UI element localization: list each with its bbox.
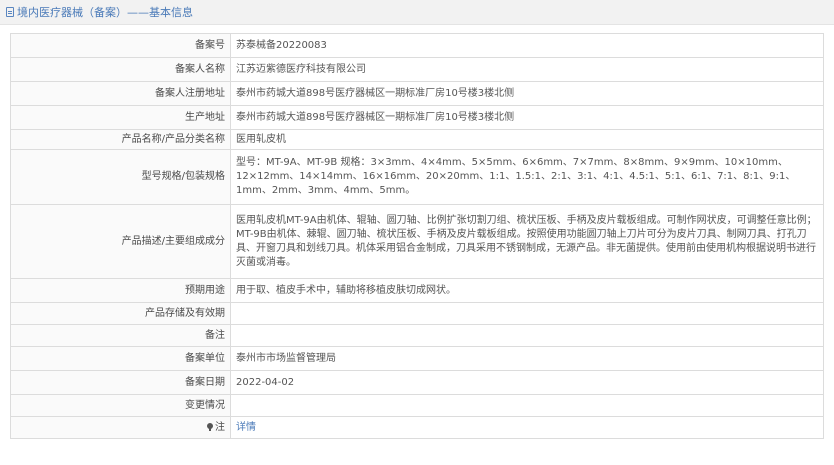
table-row: 型号规格/包装规格 型号：MT-9A、MT-9B 规格：3×3mm、4×4mm、… [10,149,824,205]
table-row: 备案日期 2022-04-02 [10,370,824,395]
document-icon [6,7,14,17]
field-label: 型号规格/包装规格 [10,149,231,205]
field-label: 变更情况 [10,394,231,417]
field-value [230,394,824,417]
field-value [230,324,824,347]
table-row: 生产地址 泰州市药城大道898号医疗器械区一期标准厂房10号楼3楼北侧 [10,105,824,130]
table-row: 产品存储及有效期 [10,302,824,325]
field-label: 备案人注册地址 [10,81,231,106]
table-row: 变更情况 [10,394,824,417]
field-value: 型号：MT-9A、MT-9B 规格：3×3mm、4×4mm、5×5mm、6×6m… [230,149,824,205]
field-value: 泰州市市场监督管理局 [230,346,824,371]
field-label: 备案人名称 [10,57,231,82]
table-row: 备案人注册地址 泰州市药城大道898号医疗器械区一期标准厂房10号楼3楼北侧 [10,81,824,106]
table-row: 备注 [10,324,824,347]
field-value: 江苏迈紫德医疗科技有限公司 [230,57,824,82]
table-row: 备案单位 泰州市市场监督管理局 [10,346,824,371]
note-label: 注 [215,421,225,433]
page-title-text: 境内医疗器械（备案）——基本信息 [17,6,193,19]
field-value [230,302,824,325]
field-label: 预期用途 [10,278,231,303]
note-value-cell: 详情 [230,416,824,439]
table-row: 注 详情 [10,416,824,439]
field-label: 备案单位 [10,346,231,371]
field-value: 2022-04-02 [230,370,824,395]
table-row: 备案号 苏泰械备20220083 [10,33,824,58]
field-value: 医用轧皮机MT-9A由机体、辊轴、圆刀轴、比例扩张切割刀组、梳状压板、手柄及皮片… [230,204,824,279]
table-row: 备案人名称 江苏迈紫德医疗科技有限公司 [10,57,824,82]
field-value: 医用轧皮机 [230,129,824,150]
table-row: 产品描述/主要组成成分 医用轧皮机MT-9A由机体、辊轴、圆刀轴、比例扩张切割刀… [10,204,824,279]
table-row: 预期用途 用于取、植皮手术中，辅助将移植皮肤切成网状。 [10,278,824,303]
field-label: 备注 [10,324,231,347]
note-label-cell: 注 [10,416,231,439]
field-label: 生产地址 [10,105,231,130]
top-bar: 境内医疗器械（备案）——基本信息 [0,0,834,25]
page-title: 境内医疗器械（备案）——基本信息 [6,5,193,19]
field-value: 用于取、植皮手术中，辅助将移植皮肤切成网状。 [230,278,824,303]
field-label: 产品存储及有效期 [10,302,231,325]
field-value: 苏泰械备20220083 [230,33,824,58]
field-label: 产品描述/主要组成成分 [10,204,231,279]
field-value: 泰州市药城大道898号医疗器械区一期标准厂房10号楼3楼北侧 [230,81,824,106]
info-table: 备案号 苏泰械备20220083 备案人名称 江苏迈紫德医疗科技有限公司 备案人… [10,33,824,439]
pin-icon [207,422,213,431]
field-label: 备案号 [10,33,231,58]
field-value: 泰州市药城大道898号医疗器械区一期标准厂房10号楼3楼北侧 [230,105,824,130]
table-row: 产品名称/产品分类名称 医用轧皮机 [10,129,824,150]
detail-link[interactable]: 详情 [236,422,256,433]
field-label: 备案日期 [10,370,231,395]
field-label: 产品名称/产品分类名称 [10,129,231,150]
